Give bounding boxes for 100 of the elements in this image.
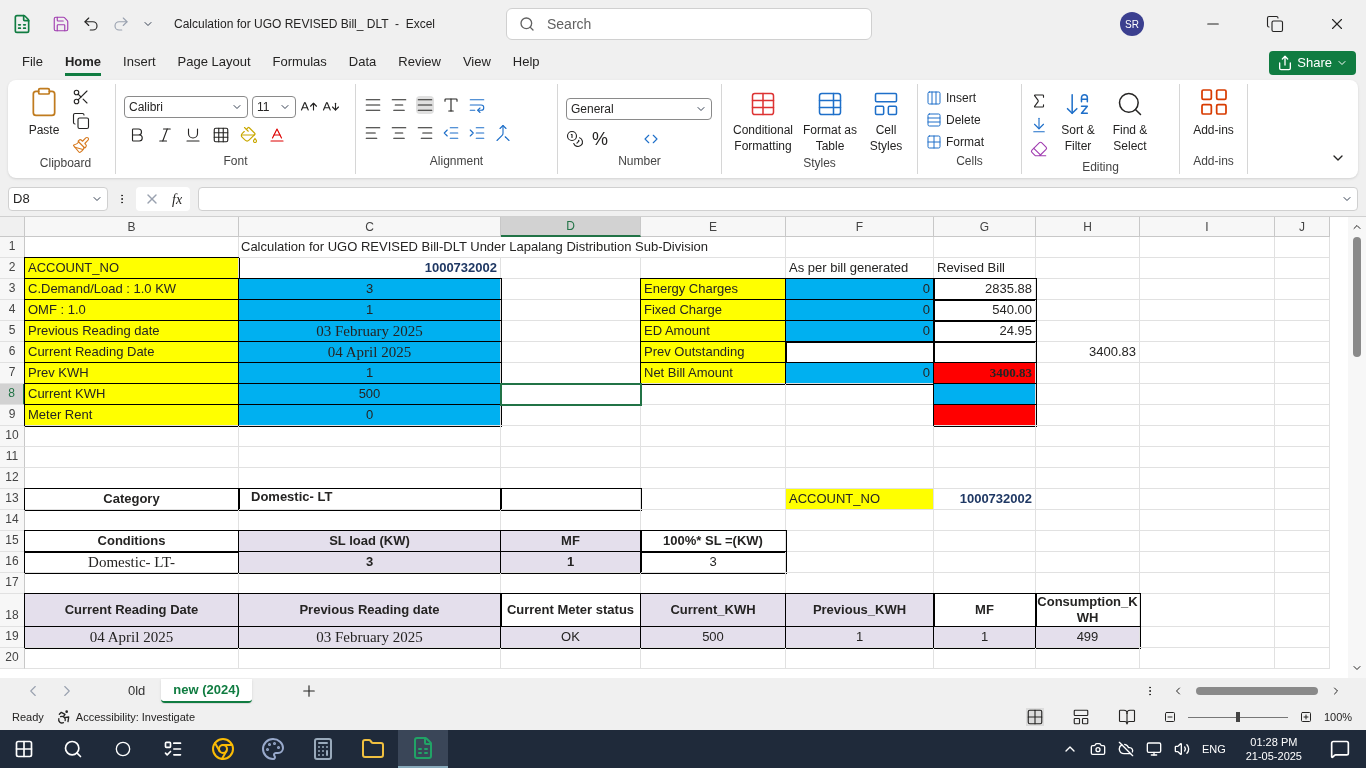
task-view-icon[interactable] [163,739,183,759]
spreadsheet-cell[interactable] [934,405,1036,426]
spreadsheet-cell[interactable] [1275,447,1330,468]
orientation-icon[interactable] [442,96,460,114]
zoom-out-icon[interactable] [1164,711,1176,723]
spreadsheet-cell[interactable] [501,648,641,669]
restore-icon[interactable] [1266,15,1284,33]
palette-icon[interactable] [261,737,285,761]
spreadsheet-cell[interactable]: C.Demand/Load : 1.0 KW [25,279,239,300]
spreadsheet-cell[interactable]: Previous Reading date [239,594,501,627]
windows-start-icon[interactable] [14,739,34,759]
spreadsheet-cell[interactable] [1140,405,1275,426]
spreadsheet-cell[interactable] [1140,573,1275,594]
spreadsheet-cell[interactable] [1036,552,1140,573]
spreadsheet-cell[interactable] [501,426,641,447]
spreadsheet-cell[interactable] [1140,594,1275,627]
spreadsheet-cell[interactable]: 1000732002 [934,489,1036,510]
row-header[interactable]: 3 [0,279,25,300]
spreadsheet-cell[interactable]: MF [501,531,641,552]
spreadsheet-cell[interactable] [641,384,786,405]
calculator-icon[interactable] [311,737,335,761]
column-header[interactable]: I [1140,217,1275,237]
align-top-icon[interactable] [364,96,382,114]
spreadsheet-cell[interactable] [1036,648,1140,669]
column-header[interactable]: C [239,217,501,237]
spreadsheet-cell[interactable] [641,405,786,426]
spreadsheet-cell[interactable] [1140,468,1275,489]
spreadsheet-cell[interactable]: 500 [641,627,786,648]
spreadsheet-cell[interactable]: Current Reading Date [25,594,239,627]
percent-button[interactable]: % [592,130,608,148]
spreadsheet-cell[interactable]: 0 [786,363,934,384]
spreadsheet-cell[interactable] [1140,237,1275,258]
spreadsheet-cell[interactable]: 1 [239,363,501,384]
spreadsheet-cell[interactable] [1275,510,1330,531]
cells-menu-button[interactable]: Format [926,132,984,152]
spreadsheet-cell[interactable]: 03 February 2025 [239,627,501,648]
column-header[interactable]: D [501,217,641,237]
zoom-slider-thumb[interactable] [1236,712,1240,722]
spreadsheet-cell[interactable] [934,531,1036,552]
spreadsheet-cell[interactable] [1036,510,1140,531]
spreadsheet-cell[interactable] [1036,363,1140,384]
currency-icon[interactable] [566,130,584,148]
row-header[interactable]: 7 [0,363,25,384]
conditional-formatting-button[interactable]: Conditional Formatting [730,90,796,154]
spreadsheet-cell[interactable] [1036,531,1140,552]
spreadsheet-cell[interactable] [1036,426,1140,447]
row-header[interactable]: 10 [0,426,25,447]
row-header[interactable]: 18 [0,594,25,627]
find-select-button[interactable]: Find & Select [1108,90,1152,158]
row-header[interactable]: 8 [0,384,25,405]
spreadsheet-cell[interactable] [786,237,934,258]
spreadsheet-cell[interactable] [934,384,1036,405]
search-icon[interactable] [63,739,83,759]
vertical-scrollbar[interactable] [1348,217,1366,678]
row-header[interactable]: 4 [0,300,25,321]
insert-function-button[interactable]: fx [172,188,183,210]
menu-tab[interactable]: Data [348,50,377,76]
spreadsheet-cell[interactable] [1275,531,1330,552]
spreadsheet-cell[interactable]: Previous_KWH [786,594,934,627]
spreadsheet-cell[interactable] [1140,510,1275,531]
cell-styles-button[interactable]: Cell Styles [864,90,908,154]
spreadsheet-cell[interactable] [501,489,641,510]
paste-button[interactable]: Paste [24,86,64,154]
spreadsheet-cell[interactable] [934,447,1036,468]
select-all-corner[interactable] [0,217,25,237]
fill-color-icon[interactable] [240,126,258,144]
spreadsheet-cell[interactable] [786,510,934,531]
spreadsheet-cell[interactable] [1140,627,1275,648]
spreadsheet-cell[interactable] [239,648,501,669]
spreadsheet-cell[interactable] [1275,489,1330,510]
number-format-dropdown[interactable]: General [566,98,712,120]
spreadsheet-cell[interactable] [1275,321,1330,342]
menu-tab[interactable]: Insert [123,50,156,76]
spreadsheet-cell[interactable] [786,552,934,573]
menu-tab[interactable]: Page Layout [177,50,251,76]
spreadsheet-cell[interactable] [1275,468,1330,489]
increase-indent-icon[interactable] [468,124,486,142]
spreadsheet-cell[interactable]: 1 [786,627,934,648]
row-header[interactable]: 6 [0,342,25,363]
spreadsheet-cell[interactable]: 1 [239,300,501,321]
spreadsheet-cell[interactable] [1036,489,1140,510]
borders-icon[interactable] [212,126,230,144]
scrollbar-thumb[interactable] [1353,237,1361,357]
align-middle-icon[interactable] [390,96,408,114]
spreadsheet-cell[interactable]: Net Bill Amount [641,363,786,384]
spreadsheet-cell[interactable] [1275,594,1330,627]
spreadsheet-cell[interactable]: Conditions [25,531,239,552]
share-button[interactable]: Share [1269,51,1356,75]
circle-icon[interactable] [115,741,131,757]
spreadsheet-cell[interactable] [1140,531,1275,552]
column-header[interactable]: F [786,217,934,237]
column-header[interactable]: B [25,217,239,237]
page-layout-icon[interactable] [1072,708,1090,726]
spreadsheet-cell[interactable]: OMF : 1.0 [25,300,239,321]
cells-menu-button[interactable]: Delete [926,110,984,130]
spreadsheet-cell[interactable] [641,447,786,468]
spreadsheet-cell[interactable] [501,447,641,468]
align-center-icon[interactable] [390,124,408,142]
spreadsheet-cell[interactable] [934,426,1036,447]
spreadsheet-cell[interactable]: OK [501,627,641,648]
